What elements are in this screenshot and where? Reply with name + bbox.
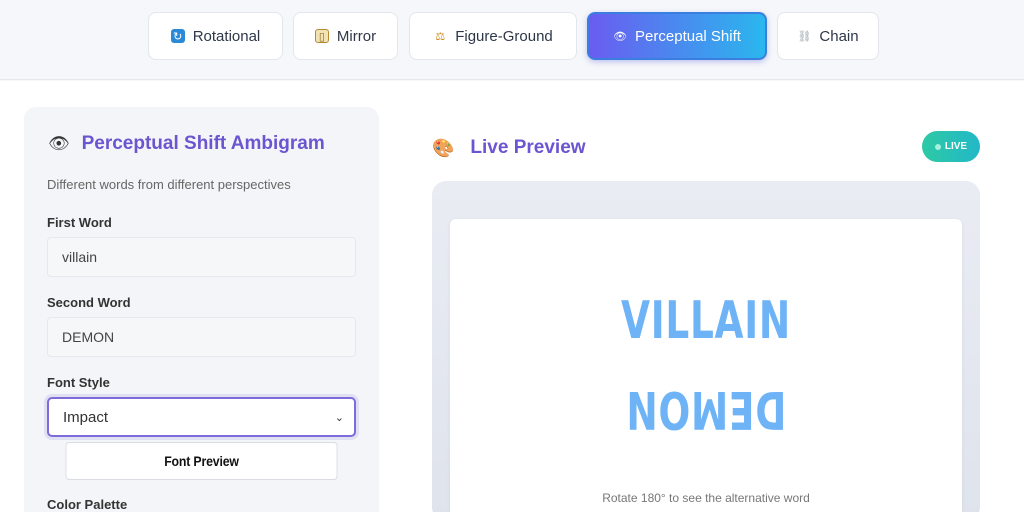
panel-subtitle: Different words from different perspecti… (47, 177, 291, 192)
ambigram-canvas: VILLAIN DEMON Rotate 180° to see the alt… (450, 219, 962, 512)
mirror-icon: ▯ (314, 29, 329, 43)
preview-header: 🎨 Live Preview (432, 137, 586, 159)
rotate-hint: Rotate 180° to see the alternative word (602, 491, 810, 505)
tab-label: Perceptual Shift (635, 27, 741, 45)
font-style-select[interactable]: Impact ⌄ (47, 397, 356, 437)
chain-icon: ⛓ (797, 30, 812, 43)
chevron-down-icon: ⌄ (334, 411, 344, 424)
tab-figure-ground[interactable]: ⚖ Figure-Ground (409, 12, 577, 60)
live-dot-icon (934, 143, 941, 150)
tab-mirror[interactable]: ▯ Mirror (293, 12, 398, 60)
tab-label: Chain (819, 27, 859, 45)
scale-icon: ⚖ (435, 30, 446, 43)
rotate-icon: ↻ (170, 29, 185, 43)
tab-chain[interactable]: ⛓ Chain (777, 12, 879, 60)
live-badge: LIVE (922, 131, 980, 162)
tab-label: Figure-Ground (455, 27, 553, 45)
mode-tab-bar: ↻ Rotational ▯ Mirror ⚖ Figure-Ground 👁 … (0, 0, 1024, 80)
font-style-value: Impact (63, 408, 109, 426)
font-preview-button[interactable]: Font Preview (65, 442, 338, 480)
eye-icon: 👁 (48, 134, 70, 153)
first-word-label: First Word (47, 215, 112, 230)
eye-icon: 👁 (613, 30, 628, 43)
palette-icon: 🎨 (432, 137, 455, 158)
panel-heading: Perceptual Shift Ambigram (81, 133, 325, 154)
tab-rotational[interactable]: ↻ Rotational (148, 12, 283, 60)
settings-panel: 👁 Perceptual Shift Ambigram Different wo… (24, 107, 379, 512)
live-badge-label: LIVE (944, 141, 968, 152)
panel-title: 👁 Perceptual Shift Ambigram (48, 133, 325, 155)
ambigram-word-top: VILLAIN (621, 291, 791, 351)
first-word-input[interactable]: villain (47, 237, 356, 277)
tab-label: Mirror (336, 27, 377, 45)
font-style-label: Font Style (47, 375, 110, 390)
second-word-label: Second Word (47, 295, 131, 310)
main-content: 👁 Perceptual Shift Ambigram Different wo… (0, 81, 1024, 512)
preview-stage: VILLAIN DEMON Rotate 180° to see the alt… (432, 181, 980, 512)
tab-label: Rotational (192, 27, 261, 45)
preview-title: Live Preview (470, 137, 586, 158)
second-word-input[interactable]: DEMON (47, 317, 356, 357)
ambigram-word-bottom: DEMON (625, 379, 787, 439)
color-palette-label: Color Palette (47, 497, 128, 512)
tab-perceptual-shift[interactable]: 👁 Perceptual Shift (587, 12, 767, 60)
